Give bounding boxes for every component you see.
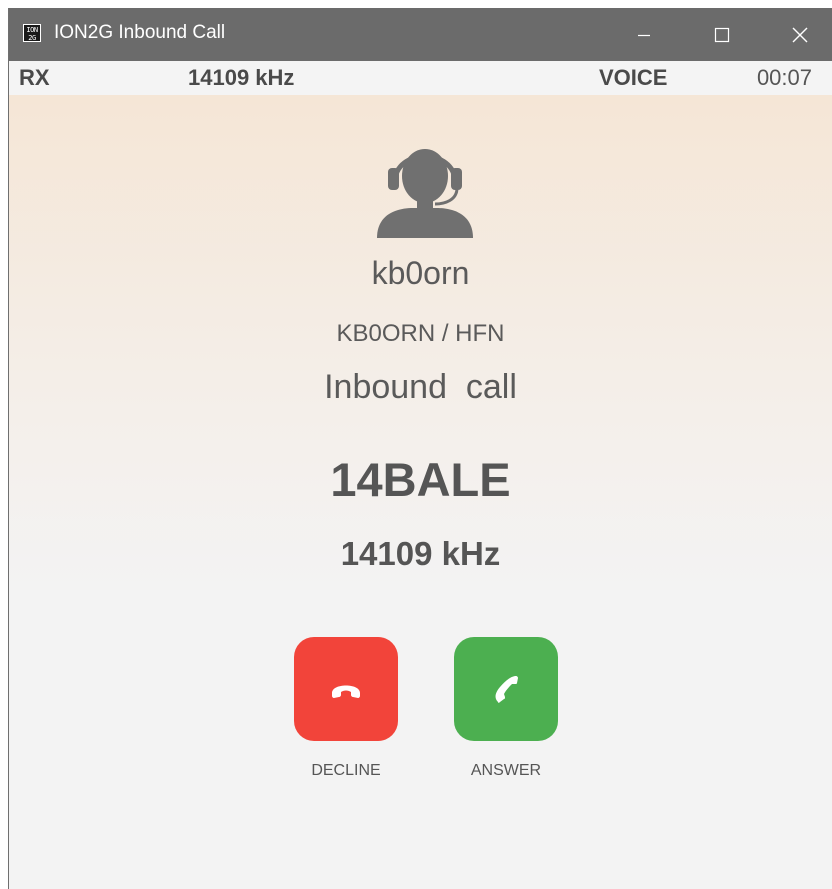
status-bar: RX 14109 kHz VOICE 00:07 xyxy=(9,61,832,107)
maximize-icon xyxy=(714,27,730,42)
call-window: ION 2G ION2G Inbound Call RX 14109 kHz V… xyxy=(8,8,832,889)
call-state: Inbound call xyxy=(324,368,517,406)
close-button[interactable] xyxy=(765,8,832,61)
caller-id: KB0ORN / HFN xyxy=(336,320,505,347)
call-timer: 00:07 xyxy=(756,65,812,90)
maximize-button[interactable] xyxy=(687,8,757,61)
net-name: 14BALE xyxy=(330,453,511,506)
decline-button[interactable] xyxy=(294,637,398,741)
window-title: ION2G Inbound Call xyxy=(54,22,226,43)
status-mode: VOICE xyxy=(599,65,668,90)
call-panel: kb0orn KB0ORN / HFN Inbound call 14BALE … xyxy=(9,95,832,889)
app-icon: ION 2G xyxy=(23,24,41,42)
minimize-icon xyxy=(638,34,650,36)
headset-person-icon xyxy=(377,149,473,238)
decline-label: DECLINE xyxy=(311,762,381,779)
caller-name: kb0orn xyxy=(371,255,470,291)
close-icon xyxy=(792,27,808,42)
phone-icon xyxy=(495,676,518,703)
answer-button[interactable] xyxy=(454,637,558,741)
answer-label: ANSWER xyxy=(470,762,542,779)
hang-up-icon xyxy=(332,685,360,698)
minimize-button[interactable] xyxy=(609,8,679,61)
app-icon-text: ION 2G xyxy=(26,26,38,42)
call-frequency: 14109 kHz xyxy=(340,535,501,572)
rx-indicator: RX xyxy=(19,65,50,90)
status-frequency: 14109 kHz xyxy=(188,65,295,90)
title-bar[interactable]: ION 2G ION2G Inbound Call xyxy=(9,8,832,61)
